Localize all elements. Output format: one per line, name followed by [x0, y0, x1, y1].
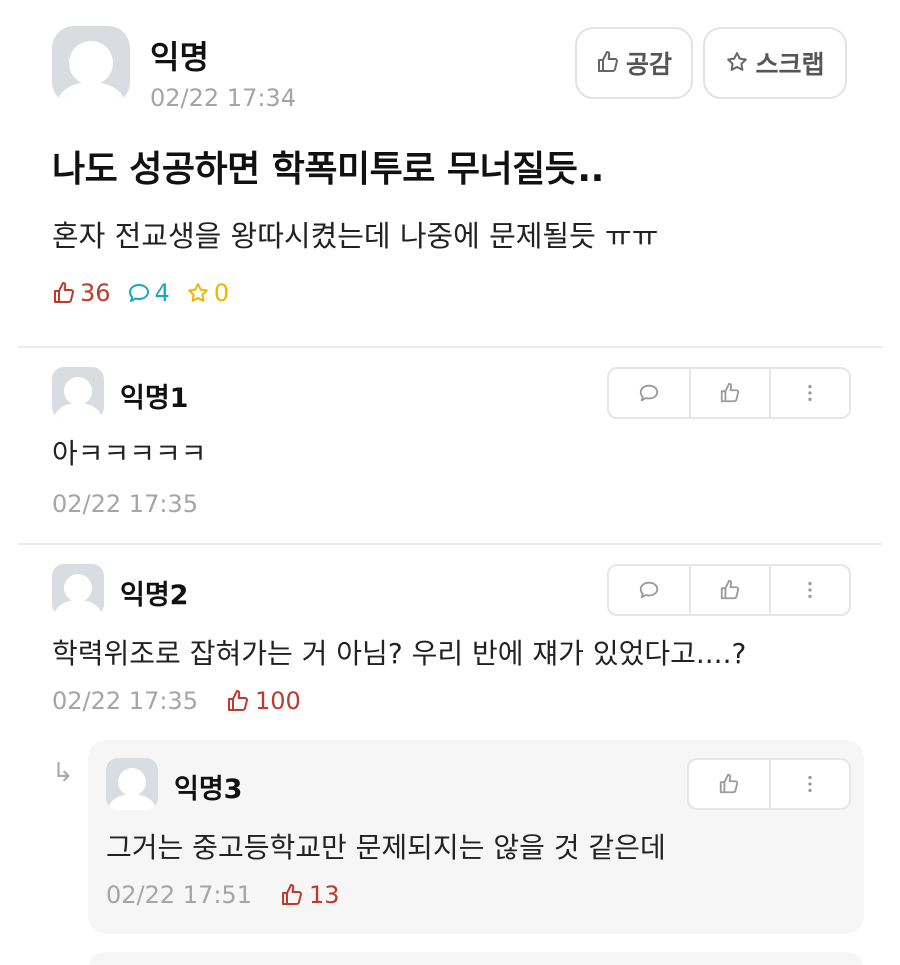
reply-text: 그거는 중고등학교만 문제되지는 않을 것 같은데 [106, 831, 666, 864]
thumbs-up-icon [52, 281, 76, 305]
post-body: 혼자 전교생을 왕따시켰는데 나중에 문제될듯 ㅠㅠ [52, 219, 659, 253]
comment-author: 익명2 [120, 580, 189, 611]
more-options-button[interactable] [769, 760, 849, 808]
comment-count: 4 [127, 279, 170, 307]
scrap-count-value: 0 [213, 279, 230, 307]
reply-like-button[interactable] [689, 760, 769, 808]
reply-button[interactable] [609, 369, 689, 417]
scrap-count: 0 [186, 279, 229, 307]
comment-text: 학력위조로 잡혀가는 거 아님? 우리 반에 쟤가 있었다고....? [52, 637, 747, 670]
comment-like-button[interactable] [689, 369, 769, 417]
vertical-dots-icon [799, 579, 821, 601]
scrap-button-label: 스크랩 [755, 50, 825, 79]
next-reply-container [88, 952, 864, 965]
post-title: 나도 성공하면 학폭미투로 무너질듯.. [52, 149, 604, 190]
reply-button[interactable] [609, 566, 689, 614]
comment-timestamp: 02/22 17:35 [52, 687, 198, 715]
reply-author: 익명3 [174, 774, 243, 805]
more-options-button[interactable] [769, 566, 849, 614]
thumbs-up-icon [719, 579, 741, 601]
comment-avatar [52, 564, 104, 616]
star-icon [725, 49, 749, 77]
like-count: 36 [52, 279, 111, 307]
thumbs-up-icon [226, 689, 250, 713]
reply-avatar [106, 758, 158, 810]
more-options-button[interactable] [769, 369, 849, 417]
reply-like-value: 13 [309, 881, 340, 909]
comment-like-count: 100 [226, 687, 301, 715]
like-count-value: 36 [80, 279, 111, 307]
comment-actions [607, 564, 851, 616]
speech-bubble-icon [127, 281, 151, 305]
comment-actions [607, 367, 851, 419]
post-author-name: 익명 [150, 38, 209, 76]
divider [18, 346, 882, 348]
reply-timestamp: 02/22 17:51 [106, 881, 252, 909]
thumbs-up-icon [719, 382, 741, 404]
reply-arrow-icon: ↳ [52, 758, 74, 788]
vertical-dots-icon [799, 773, 821, 795]
speech-bubble-icon [638, 579, 660, 601]
thumbs-up-icon [596, 49, 620, 77]
thumbs-up-icon [718, 773, 740, 795]
thumbs-up-icon [280, 883, 304, 907]
comment-author: 익명1 [120, 383, 189, 414]
post-timestamp: 02/22 17:34 [150, 84, 296, 112]
reply-actions [687, 758, 851, 810]
comment-like-value: 100 [255, 687, 301, 715]
comment-text: 아ㅋㅋㅋㅋㅋ [52, 437, 207, 470]
post-author-avatar [52, 26, 130, 104]
comment-avatar [52, 367, 104, 419]
comment-like-button[interactable] [689, 566, 769, 614]
divider [18, 543, 882, 545]
post-stats: 36 4 0 [52, 279, 245, 307]
like-button-label: 공감 [625, 50, 672, 79]
comment-timestamp: 02/22 17:35 [52, 490, 198, 518]
speech-bubble-icon [638, 382, 660, 404]
reply-like-count: 13 [280, 881, 340, 909]
vertical-dots-icon [799, 382, 821, 404]
comment-count-value: 4 [154, 279, 170, 307]
scrap-button[interactable]: 스크랩 [703, 27, 847, 99]
star-icon [186, 281, 210, 305]
like-button[interactable]: 공감 [575, 27, 693, 99]
